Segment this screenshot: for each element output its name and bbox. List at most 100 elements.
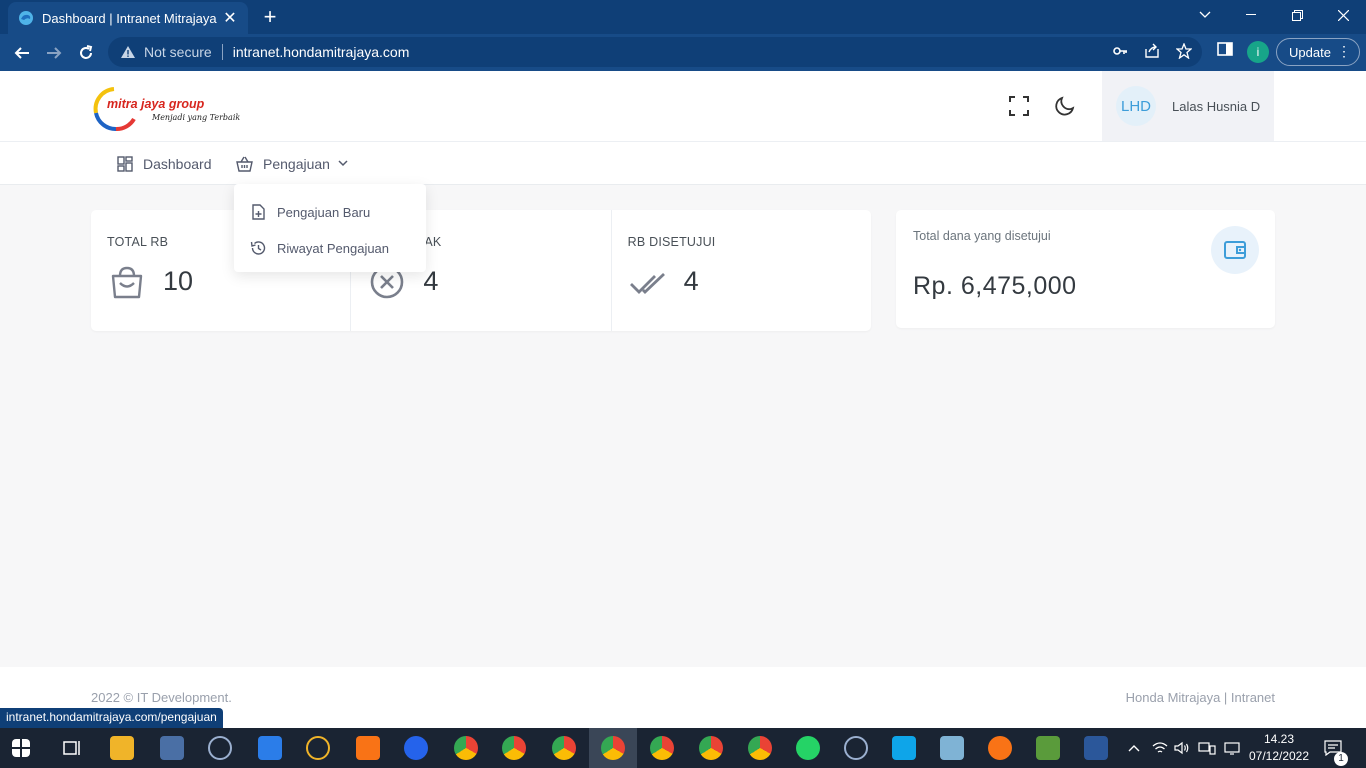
browser-toolbar: Not secure intranet.hondamitrajaya.com i… xyxy=(0,34,1366,71)
tab-title: Dashboard | Intranet Mitrajaya xyxy=(42,10,217,26)
notification-center-icon[interactable]: 1 xyxy=(1324,728,1348,768)
chrome-icon[interactable] xyxy=(699,736,723,760)
tray-chevron-up-icon[interactable] xyxy=(1128,728,1140,768)
menu-item-pengajuan[interactable]: Pengajuan xyxy=(236,142,348,185)
chrome-icon[interactable] xyxy=(601,736,625,760)
fund-value: Rp. 6,475,000 xyxy=(913,272,1077,300)
browser-tab[interactable]: Dashboard | Intranet Mitrajaya ✕ xyxy=(8,2,248,34)
moon-icon[interactable] xyxy=(1054,95,1076,117)
share-icon[interactable] xyxy=(1144,43,1160,59)
firefox-icon[interactable] xyxy=(404,736,428,760)
frog-app-icon[interactable] xyxy=(1036,736,1060,760)
stat-value: 4 xyxy=(423,266,439,296)
reload-icon[interactable] xyxy=(74,41,98,65)
stat-rb-disetujui: RB DISETUJUI 4 xyxy=(612,210,871,331)
chrome-icon[interactable] xyxy=(454,736,478,760)
fund-label: Total dana yang disetujui xyxy=(913,229,1051,243)
task-view-icon[interactable] xyxy=(60,736,84,760)
more-menu-icon[interactable]: ⋮ xyxy=(1337,43,1351,60)
wallet-icon xyxy=(1211,226,1259,274)
language-icon[interactable] xyxy=(1198,728,1216,768)
pengajuan-dropdown: Pengajuan Baru Riwayat Pengajuan xyxy=(234,184,426,272)
dropdown-item-label: Riwayat Pengajuan xyxy=(277,240,390,256)
footer-copyright: 2022 © IT Development. xyxy=(91,690,232,705)
todo-check-icon[interactable] xyxy=(258,736,282,760)
url-text: intranet.hondamitrajaya.com xyxy=(232,44,410,60)
user-menu[interactable]: LHD Lalas Husnia D xyxy=(1102,71,1274,141)
logo-tagline: Menjadi yang Terbaik xyxy=(152,113,241,122)
status-bar-url: intranet.hondamitrajaya.com/pengajuan xyxy=(0,708,223,728)
address-bar[interactable]: Not secure intranet.hondamitrajaya.com xyxy=(108,37,1202,67)
word-icon[interactable] xyxy=(1084,736,1108,760)
menu-pengajuan-label: Pengajuan xyxy=(263,155,330,172)
dropdown-item-riwayat-pengajuan[interactable]: Riwayat Pengajuan xyxy=(234,230,426,266)
volume-icon[interactable] xyxy=(1174,728,1190,768)
footer-brand: Honda Mitrajaya | Intranet xyxy=(1125,690,1275,705)
chevron-down-icon[interactable] xyxy=(1182,0,1228,30)
monitor-icon[interactable] xyxy=(1224,728,1240,768)
profile-button[interactable]: i xyxy=(1247,41,1269,63)
compass-app-icon[interactable] xyxy=(988,736,1012,760)
star-icon[interactable] xyxy=(1176,43,1192,59)
app-header: mitra jaya group Menjadi yang Terbaik LH… xyxy=(0,71,1366,142)
dropdown-item-label: Pengajuan Baru xyxy=(277,204,371,220)
minimize-button[interactable] xyxy=(1228,0,1274,30)
back-arrow-icon[interactable] xyxy=(10,41,34,65)
forward-arrow-icon[interactable] xyxy=(42,41,66,65)
stat-label: RB DISETUJUI xyxy=(627,235,716,249)
menu-item-dashboard[interactable]: Dashboard xyxy=(117,142,212,185)
address-separator xyxy=(221,44,223,60)
basket-icon xyxy=(236,156,253,172)
dropdown-item-pengajuan-baru[interactable]: Pengajuan Baru xyxy=(234,194,426,230)
logo-text: mitra jaya group xyxy=(107,97,205,111)
user-name: Lalas Husnia D xyxy=(1172,98,1261,114)
fund-card: Total dana yang disetujui Rp. 6,475,000 xyxy=(896,210,1275,328)
app-circle-icon[interactable] xyxy=(844,736,868,760)
restore-button[interactable] xyxy=(1274,0,1320,30)
app-yellow-icon[interactable] xyxy=(306,736,330,760)
wifi-icon[interactable] xyxy=(1152,728,1168,768)
update-button[interactable]: Update ⋮ xyxy=(1276,38,1360,66)
fullscreen-icon[interactable] xyxy=(1008,95,1030,117)
xampp-icon[interactable] xyxy=(356,736,380,760)
top-menu: Dashboard Pengajuan xyxy=(0,142,1366,185)
warning-icon xyxy=(121,46,135,58)
file-explorer-icon[interactable] xyxy=(110,736,134,760)
sidebar-icon[interactable] xyxy=(1217,41,1233,57)
browser-tabbar: Dashboard | Intranet Mitrajaya ✕ + xyxy=(0,0,1366,34)
whatsapp-icon[interactable] xyxy=(796,736,820,760)
company-logo[interactable]: mitra jaya group Menjadi yang Terbaik xyxy=(90,83,240,133)
taskbar-clock[interactable]: 14.23 07/12/2022 xyxy=(1248,731,1310,765)
windows-taskbar: 14.23 07/12/2022 1 xyxy=(0,728,1366,768)
windows-start-icon[interactable] xyxy=(12,739,30,757)
stat-value: 4 xyxy=(683,266,699,296)
chrome-icon[interactable] xyxy=(552,736,576,760)
menu-dashboard-label: Dashboard xyxy=(143,155,212,172)
chrome-icon[interactable] xyxy=(748,736,772,760)
stats-card: TOTAL RB 10 AK 4 RB DISETUJUI 4 xyxy=(91,210,871,331)
dashboard-grid-icon xyxy=(117,155,133,172)
file-plus-icon xyxy=(252,204,265,220)
tab-close-icon[interactable]: ✕ xyxy=(222,8,238,28)
profile-avatar: i xyxy=(1247,41,1269,63)
chrome-icon[interactable] xyxy=(502,736,526,760)
clock-date: 07/12/2022 xyxy=(1248,749,1310,763)
chrome-icon[interactable] xyxy=(650,736,674,760)
vscode-icon[interactable] xyxy=(892,736,916,760)
close-window-button[interactable] xyxy=(1320,0,1366,30)
stat-value: 10 xyxy=(163,266,194,296)
double-check-icon xyxy=(629,272,665,294)
clock-time: 14.23 xyxy=(1263,732,1295,746)
new-tab-button[interactable]: + xyxy=(258,6,282,28)
stat-label: AK xyxy=(424,235,442,249)
stat-label: TOTAL RB xyxy=(107,235,169,249)
notes-app-icon[interactable] xyxy=(940,736,964,760)
history-icon xyxy=(250,241,266,255)
notification-count: 1 xyxy=(1334,752,1348,766)
update-label: Update xyxy=(1289,44,1331,60)
network-app-icon[interactable] xyxy=(160,736,184,760)
app-circle-icon[interactable] xyxy=(208,736,232,760)
chevron-down-icon xyxy=(338,160,348,167)
edge-favicon-icon xyxy=(19,11,33,25)
key-icon[interactable] xyxy=(1112,43,1128,59)
